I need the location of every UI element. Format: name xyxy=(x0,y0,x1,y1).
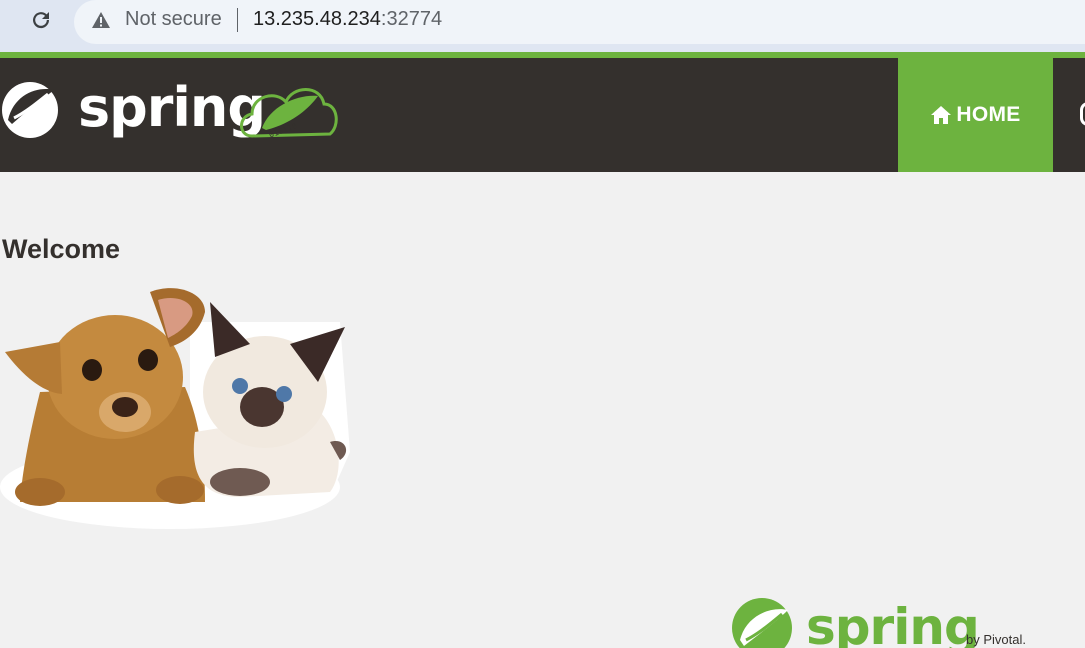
nav-search-icon[interactable] xyxy=(1080,102,1085,126)
nav-home-link[interactable]: HOME xyxy=(898,58,1053,172)
url-divider xyxy=(237,8,238,32)
url-host: 13.235.48.234 xyxy=(253,8,381,30)
site-navbar: spring 010110 HOME xyxy=(0,58,1085,172)
browser-toolbar: Not secure 13.235.48.234:32774 xyxy=(0,0,1085,52)
url-port: :32774 xyxy=(380,8,443,30)
brand-wordmark: spring xyxy=(78,76,265,139)
address-bar[interactable]: Not secure 13.235.48.234:32774 xyxy=(74,0,1085,44)
puppy xyxy=(5,288,205,506)
url-text[interactable]: 13.235.48.234:32774 xyxy=(253,7,442,31)
footer-wordmark: spring xyxy=(806,598,979,648)
spring-pivotal-logo: spring by Pivotal. xyxy=(732,598,1026,648)
security-status[interactable]: Not secure xyxy=(125,7,222,31)
pets-image xyxy=(0,288,350,529)
nav-home-label: HOME xyxy=(956,103,1021,126)
reload-button[interactable] xyxy=(27,6,55,34)
warning-icon[interactable] xyxy=(91,10,111,30)
page-title: Welcome xyxy=(2,234,121,264)
footer-byline: by Pivotal. xyxy=(966,632,1026,647)
home-icon xyxy=(930,105,952,125)
reload-icon xyxy=(33,12,50,29)
spring-cloud-logo[interactable]: spring 010110 xyxy=(0,72,340,158)
